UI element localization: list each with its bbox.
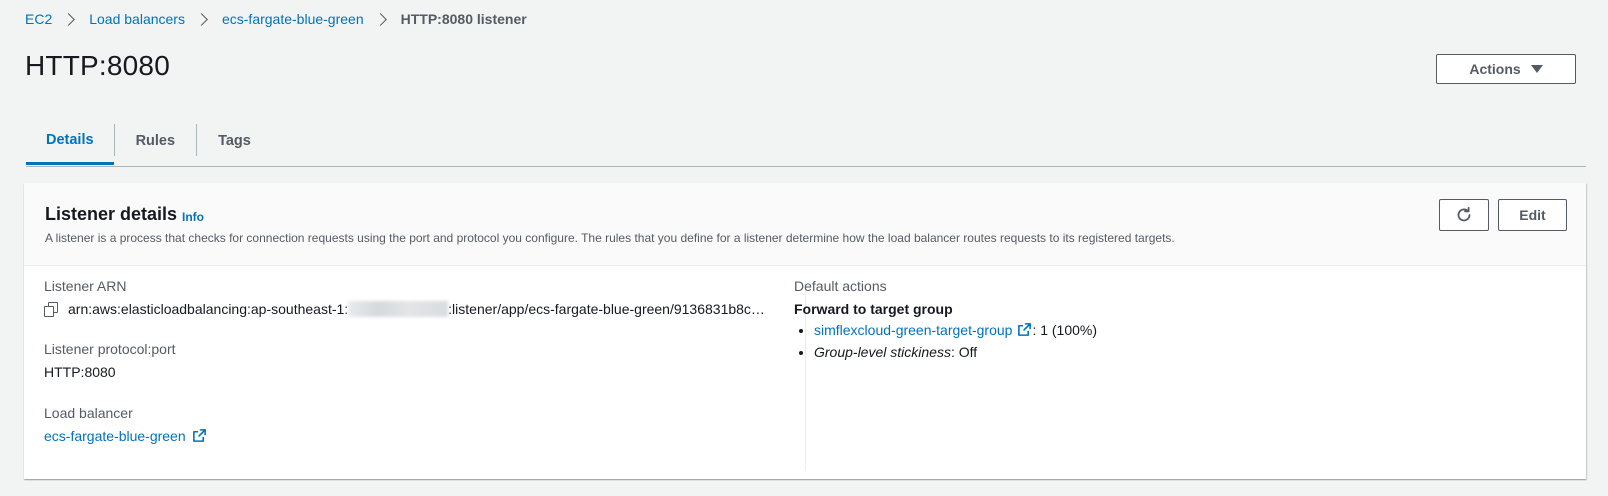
panel-description: A listener is a process that checks for …: [45, 231, 1175, 245]
chevron-right-icon: [195, 12, 208, 26]
load-balancer-value: ecs-fargate-blue-green: [44, 428, 207, 444]
page-title: HTTP:8080: [25, 50, 170, 81]
tab-tags[interactable]: Tags: [197, 117, 272, 165]
default-actions-label: Default actions: [794, 278, 887, 294]
protocol-port-value: HTTP:8080: [44, 364, 116, 380]
external-link-icon[interactable]: [1017, 322, 1032, 337]
actions-label: Actions: [1469, 61, 1521, 77]
load-balancer-link[interactable]: ecs-fargate-blue-green: [44, 428, 186, 444]
actions-button[interactable]: Actions: [1436, 54, 1576, 84]
breadcrumb-load-balancer[interactable]: ecs-fargate-blue-green: [222, 11, 364, 27]
tab-rules[interactable]: Rules: [115, 117, 197, 165]
breadcrumb-current: HTTP:8080 listener: [400, 11, 527, 27]
arn-suffix: :listener/app/ecs-fargate-blue-green/913…: [448, 301, 765, 317]
external-link-icon[interactable]: [192, 428, 207, 443]
breadcrumb-ec2[interactable]: EC2: [25, 11, 52, 27]
protocol-port-label: Listener protocol:port: [44, 341, 176, 357]
forward-heading: Forward to target group: [794, 301, 953, 317]
caret-down-icon: [1530, 65, 1543, 73]
info-link[interactable]: Info: [182, 210, 204, 224]
stickiness-value: : Off: [950, 344, 978, 360]
refresh-icon: [1457, 206, 1471, 222]
target-group-link[interactable]: simflexcloud-green-target-group: [814, 322, 1012, 338]
default-actions-list: simflexcloud-green-target-group : 1 (100…: [794, 319, 1097, 363]
listener-arn-value: arn:aws:elasticloadbalancing:ap-southeas…: [44, 301, 765, 317]
refresh-button[interactable]: [1439, 199, 1489, 231]
listener-arn-label: Listener ARN: [44, 278, 127, 294]
tab-bar: Details Rules Tags: [26, 117, 1586, 167]
edit-button[interactable]: Edit: [1498, 199, 1567, 231]
breadcrumb-load-balancers[interactable]: Load balancers: [89, 11, 185, 27]
list-item: simflexcloud-green-target-group : 1 (100…: [814, 319, 1097, 341]
panel-title: Listener details: [45, 204, 178, 224]
panel-header: Listener details Info A listener is a pr…: [24, 183, 1586, 266]
list-item: Group-level stickiness: Off: [814, 341, 1097, 363]
load-balancer-label: Load balancer: [44, 405, 133, 421]
chevron-right-icon: [373, 12, 387, 26]
redacted-account-id: [348, 301, 449, 317]
arn-prefix: arn:aws:elasticloadbalancing:ap-southeas…: [68, 301, 349, 317]
chevron-right-icon: [62, 12, 76, 26]
copy-icon[interactable]: [44, 302, 58, 317]
tab-details[interactable]: Details: [26, 117, 114, 165]
target-group-weight: : 1 (100%): [1032, 322, 1098, 338]
listener-details-panel: Listener details Info A listener is a pr…: [24, 183, 1586, 479]
breadcrumb: EC2 Load balancers ecs-fargate-blue-gree…: [25, 11, 527, 27]
stickiness-label: Group-level stickiness: [814, 344, 951, 360]
